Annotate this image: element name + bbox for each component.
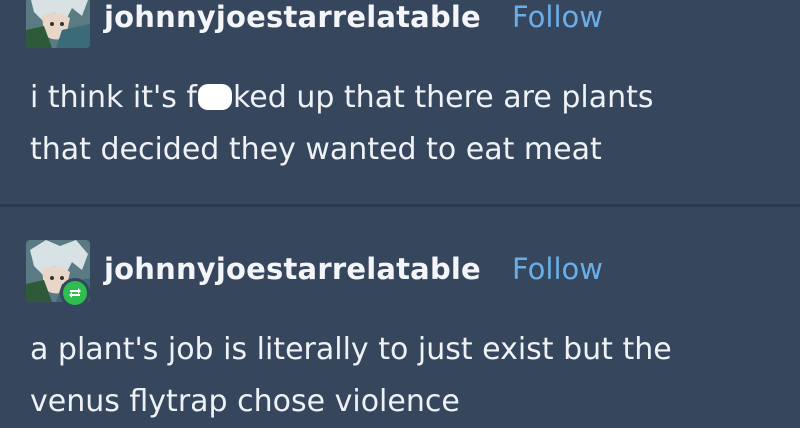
follow-button[interactable]: Follow (512, 0, 603, 34)
username[interactable]: johnnyjoestarrelatable (104, 0, 481, 34)
post-2: johnnyjoestarrelatable Follow a plant's … (0, 206, 800, 420)
post-text-line-2: venus flytrap chose violence (30, 384, 460, 419)
avatar-image (26, 0, 90, 48)
avatar[interactable] (26, 0, 90, 48)
censor-blob-icon (197, 84, 232, 110)
post-text: a plant's job is literally to just exist… (30, 324, 770, 428)
username[interactable]: johnnyjoestarrelatable (104, 252, 481, 286)
post-text-segment: i think it's f (30, 80, 197, 115)
post-text-line-1: i think it's f ked up that there are plan… (30, 72, 770, 124)
post-1: johnnyjoestarrelatable Follow i think it… (0, 0, 800, 206)
post-text-segment: ked up that there are plants (232, 80, 654, 115)
reblog-icon (69, 288, 81, 298)
post-text-line-2: that decided they wanted to eat meat (30, 132, 602, 167)
post-text-line-1: a plant's job is literally to just exist… (30, 332, 672, 367)
reblog-badge (60, 278, 90, 308)
follow-button[interactable]: Follow (512, 252, 603, 286)
post-text: i think it's f ked up that there are plan… (30, 72, 770, 176)
